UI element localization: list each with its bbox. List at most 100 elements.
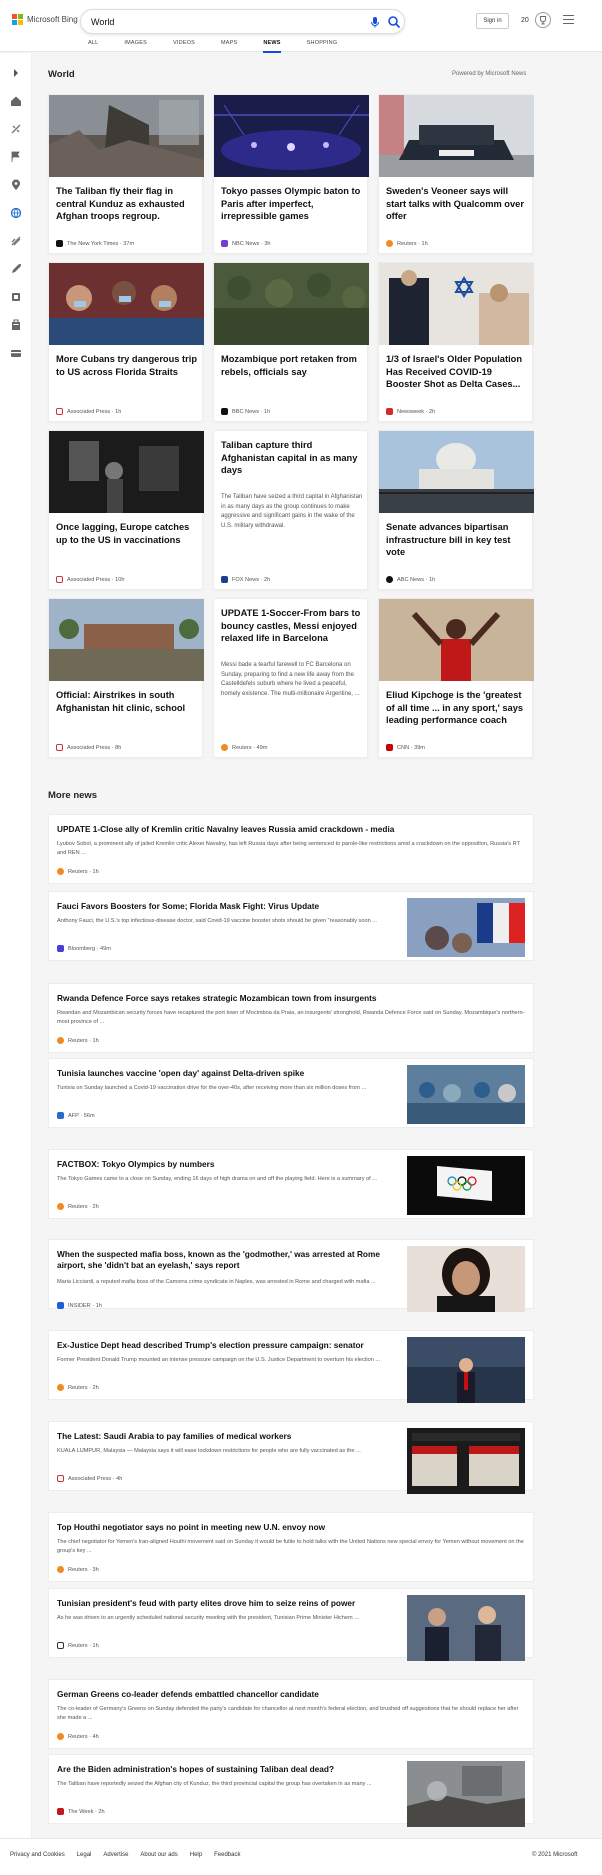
- news-title[interactable]: When the suspected mafia boss, known as …: [57, 1249, 409, 1271]
- source-logo-icon: [221, 408, 228, 415]
- news-title[interactable]: Tunisia launches vaccine 'open day' agai…: [57, 1068, 409, 1079]
- footer-link-about-ads[interactable]: About our ads: [140, 1852, 177, 1858]
- location-icon[interactable]: [10, 179, 22, 191]
- list-item[interactable]: Fauci Favors Boosters for Some; Florida …: [48, 891, 534, 961]
- news-description: Lyubov Sobol, a prominent ally of jailed…: [57, 841, 520, 856]
- tab-all[interactable]: ALL: [88, 40, 98, 51]
- news-title[interactable]: The Taliban fly their flag in central Ku…: [56, 185, 199, 223]
- news-description: The co-leader of Germany's Greens on Sun…: [57, 1706, 519, 1721]
- list-item[interactable]: The Latest: Saudi Arabia to pay families…: [48, 1421, 534, 1494]
- list-item[interactable]: FACTBOX: Tokyo Olympics by numbers The T…: [48, 1149, 534, 1219]
- news-title[interactable]: UPDATE 1-Soccer-From bars to bouncy cast…: [221, 607, 364, 645]
- list-item[interactable]: Tunisia launches vaccine 'open day' agai…: [48, 1058, 534, 1128]
- news-title[interactable]: Once lagging, Europe catches up to the U…: [56, 521, 199, 546]
- list-item[interactable]: Tunisian president's feud with party eli…: [48, 1588, 534, 1661]
- home-icon[interactable]: [10, 95, 22, 107]
- list-item[interactable]: Are the Biden administration's hopes of …: [48, 1754, 534, 1827]
- news-title[interactable]: FACTBOX: Tokyo Olympics by numbers: [57, 1159, 409, 1170]
- news-title[interactable]: Ex-Justice Dept head described Trump's e…: [57, 1340, 409, 1351]
- tab-images[interactable]: IMAGES: [124, 40, 147, 51]
- hamburger-menu-icon[interactable]: [563, 15, 574, 25]
- news-title[interactable]: Eliud Kipchoge is the 'greatest of all t…: [386, 689, 529, 727]
- list-item[interactable]: When the suspected mafia boss, known as …: [48, 1239, 534, 1312]
- news-description: Tunisia on Sunday launched a Covid-19 va…: [57, 1085, 367, 1091]
- news-title[interactable]: Mozambique port retaken from rebels, off…: [221, 353, 364, 378]
- news-source: Associated Press · 10h: [56, 576, 125, 583]
- news-card[interactable]: Sweden's Veoneer says will start talks w…: [378, 94, 534, 254]
- news-card[interactable]: Senate advances bipartisan infrastructur…: [378, 430, 534, 590]
- footer-link-help[interactable]: Help: [190, 1852, 202, 1858]
- news-card[interactable]: Official: Airstrikes in south Afghanista…: [48, 598, 204, 758]
- source-logo-icon: [57, 1808, 64, 1815]
- business-icon[interactable]: [10, 319, 22, 331]
- tab-videos[interactable]: VIDEOS: [173, 40, 195, 51]
- source-logo-icon: [57, 1037, 64, 1044]
- news-card[interactable]: Taliban capture third Afghanistan capita…: [213, 430, 368, 590]
- news-title[interactable]: The Latest: Saudi Arabia to pay families…: [57, 1431, 409, 1442]
- news-image: [379, 599, 534, 681]
- news-source: ABC News · 1h: [386, 576, 435, 583]
- logo-text: Microsoft Bing: [27, 15, 78, 24]
- news-title[interactable]: Taliban capture third Afghanistan capita…: [221, 439, 364, 477]
- search-tabs: ALL IMAGES VIDEOS MAPS NEWS SHOPPING: [88, 40, 363, 53]
- tab-news[interactable]: NEWS: [263, 40, 281, 53]
- news-card[interactable]: More Cubans try dangerous trip to US acr…: [48, 262, 204, 422]
- news-title[interactable]: Official: Airstrikes in south Afghanista…: [56, 689, 199, 714]
- rewards-trophy-icon[interactable]: [535, 12, 551, 28]
- news-title[interactable]: German Greens co-leader defends embattle…: [57, 1689, 527, 1700]
- news-card[interactable]: Eliud Kipchoge is the 'greatest of all t…: [378, 598, 534, 758]
- news-card[interactable]: The Taliban fly their flag in central Ku…: [48, 94, 204, 254]
- footer-link-feedback[interactable]: Feedback: [214, 1852, 240, 1858]
- list-item[interactable]: German Greens co-leader defends embattle…: [48, 1679, 534, 1749]
- source-logo-icon: [57, 1203, 64, 1210]
- rocket-icon[interactable]: [10, 263, 22, 275]
- microphone-icon[interactable]: [368, 15, 382, 29]
- sign-in-button[interactable]: Sign in: [476, 13, 509, 29]
- source-logo-icon: [57, 1642, 64, 1649]
- news-description: As he was driven to an urgently schedule…: [57, 1615, 359, 1621]
- news-title[interactable]: Tunisian president's feud with party eli…: [57, 1598, 409, 1609]
- news-title[interactable]: Are the Biden administration's hopes of …: [57, 1764, 409, 1775]
- news-image: [379, 263, 534, 345]
- list-item[interactable]: Rwanda Defence Force says retakes strate…: [48, 983, 534, 1053]
- search-icon[interactable]: [387, 15, 401, 29]
- news-card[interactable]: Tokyo passes Olympic baton to Paris afte…: [213, 94, 369, 254]
- sports-icon[interactable]: [10, 123, 22, 135]
- news-image: [214, 95, 369, 177]
- news-title[interactable]: UPDATE 1-Close ally of Kremlin critic Na…: [57, 824, 527, 835]
- chevron-right-icon[interactable]: [10, 67, 22, 79]
- news-card[interactable]: Mozambique port retaken from rebels, off…: [213, 262, 369, 422]
- source-logo-icon: [56, 744, 63, 751]
- list-item[interactable]: Top Houthi negotiator says no point in m…: [48, 1512, 534, 1582]
- source-logo-icon: [57, 1733, 64, 1740]
- footer-link-legal[interactable]: Legal: [77, 1852, 92, 1858]
- bing-logo[interactable]: Microsoft Bing: [12, 14, 78, 25]
- list-item[interactable]: UPDATE 1-Close ally of Kremlin critic Na…: [48, 814, 534, 884]
- footer-link-advertise[interactable]: Advertise: [103, 1852, 128, 1858]
- news-title[interactable]: Top Houthi negotiator says no point in m…: [57, 1522, 527, 1533]
- news-title[interactable]: Tokyo passes Olympic baton to Paris afte…: [221, 185, 364, 223]
- news-title[interactable]: Fauci Favors Boosters for Some; Florida …: [57, 901, 409, 912]
- news-title[interactable]: Senate advances bipartisan infrastructur…: [386, 521, 529, 559]
- science-icon[interactable]: [10, 235, 22, 247]
- news-title[interactable]: 1/3 of Israel's Older Population Has Rec…: [386, 353, 529, 391]
- globe-icon[interactable]: [10, 207, 22, 219]
- list-item[interactable]: Ex-Justice Dept head described Trump's e…: [48, 1330, 534, 1403]
- flag-icon[interactable]: [10, 151, 22, 163]
- news-title[interactable]: More Cubans try dangerous trip to US acr…: [56, 353, 199, 378]
- source-logo-icon: [57, 1475, 64, 1482]
- money-icon[interactable]: [10, 347, 22, 359]
- news-title[interactable]: Rwanda Defence Force says retakes strate…: [57, 993, 527, 1004]
- tab-maps[interactable]: MAPS: [221, 40, 237, 51]
- news-card[interactable]: Once lagging, Europe catches up to the U…: [48, 430, 204, 590]
- news-card[interactable]: 1/3 of Israel's Older Population Has Rec…: [378, 262, 534, 422]
- entertainment-icon[interactable]: [10, 291, 22, 303]
- footer-link-privacy[interactable]: Privacy and Cookies: [10, 1852, 65, 1858]
- rewards-count[interactable]: 20: [521, 12, 529, 30]
- tab-shopping[interactable]: SHOPPING: [307, 40, 338, 51]
- news-card[interactable]: UPDATE 1-Soccer-From bars to bouncy cast…: [213, 598, 368, 758]
- news-source: CNN · 39m: [386, 744, 425, 751]
- search-input[interactable]: [91, 15, 341, 29]
- news-title[interactable]: Sweden's Veoneer says will start talks w…: [386, 185, 529, 223]
- news-thumbnail: [407, 1337, 525, 1403]
